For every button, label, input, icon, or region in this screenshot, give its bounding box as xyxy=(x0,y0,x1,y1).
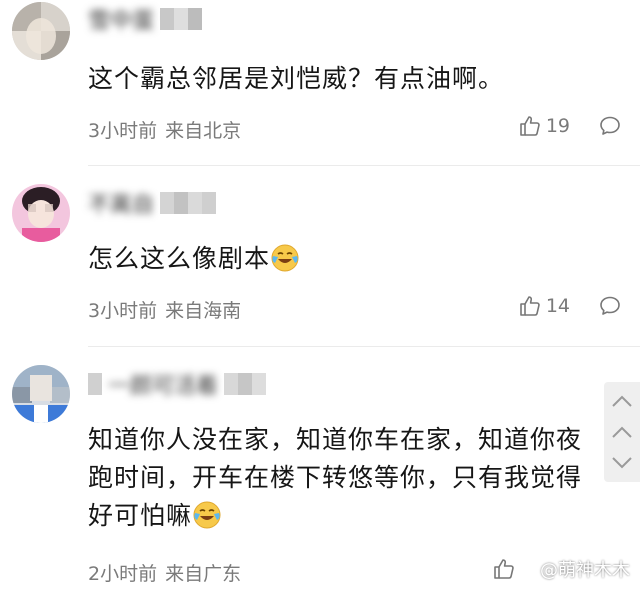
comment-text: 这个霸总邻居是刘恺威？有点油啊。 xyxy=(88,64,505,93)
comment-location: 来自北京 xyxy=(165,120,242,142)
laugh-cry-emoji xyxy=(192,500,222,530)
username[interactable]: 雪中蛋 xyxy=(88,6,203,34)
thumbs-up-icon xyxy=(520,296,540,316)
comment-actions: 14 xyxy=(518,294,622,318)
scroll-widget xyxy=(604,382,640,482)
username-mosaic xyxy=(160,8,203,30)
chevron-down-icon[interactable] xyxy=(611,456,633,470)
like-button[interactable]: 19 xyxy=(518,114,570,138)
watermark: @萌神木木 xyxy=(514,556,630,582)
comment-item: 不离自 怎么这么像剧本 3小时前 来自海南 14 xyxy=(0,166,640,346)
comment-text: 怎么这么像剧本 xyxy=(88,240,600,278)
comment-meta: 2小时前 来自广东 xyxy=(88,559,241,586)
watermark-text: @萌神木木 xyxy=(540,560,630,581)
username-mosaic xyxy=(160,192,217,214)
comment-text: 知道你人没在家，知道你车在家，知道你夜跑时间，开车在楼下转悠等你，只有我觉得好可… xyxy=(88,425,583,530)
weibo-logo-icon xyxy=(514,559,534,579)
comment-time: 3小时前 xyxy=(88,120,158,142)
comment-bubble-icon[interactable] xyxy=(598,114,622,138)
chevron-up-icon[interactable] xyxy=(611,425,633,439)
comment-meta: 3小时前 来自北京 xyxy=(88,116,241,143)
comment-actions: 19 xyxy=(518,114,622,138)
avatar[interactable] xyxy=(12,365,70,423)
chevron-up-icon[interactable] xyxy=(611,394,633,408)
username-mosaic xyxy=(88,373,102,395)
username[interactable]: 不离自 xyxy=(88,190,217,218)
username-mosaic xyxy=(224,373,267,395)
like-button[interactable]: 14 xyxy=(518,294,570,318)
comment-location: 来自广东 xyxy=(165,563,242,585)
comment-location: 来自海南 xyxy=(165,300,242,322)
username[interactable]: 一颜可活着 xyxy=(88,371,267,399)
comment-time: 3小时前 xyxy=(88,300,158,322)
thumbs-up-icon xyxy=(494,559,514,579)
like-count: 19 xyxy=(545,115,570,137)
comment-time: 2小时前 xyxy=(88,563,158,585)
thumbs-up-icon xyxy=(520,116,540,136)
comment-item: 雪中蛋 这个霸总邻居是刘恺威？有点油啊。 3小时前 来自北京 19 xyxy=(0,0,640,165)
avatar[interactable] xyxy=(12,184,70,242)
comment-bubble-icon[interactable] xyxy=(598,294,622,318)
like-count: 14 xyxy=(545,295,570,317)
laugh-cry-emoji xyxy=(270,243,300,273)
comment-meta: 3小时前 来自海南 xyxy=(88,296,241,323)
avatar[interactable] xyxy=(12,2,70,60)
